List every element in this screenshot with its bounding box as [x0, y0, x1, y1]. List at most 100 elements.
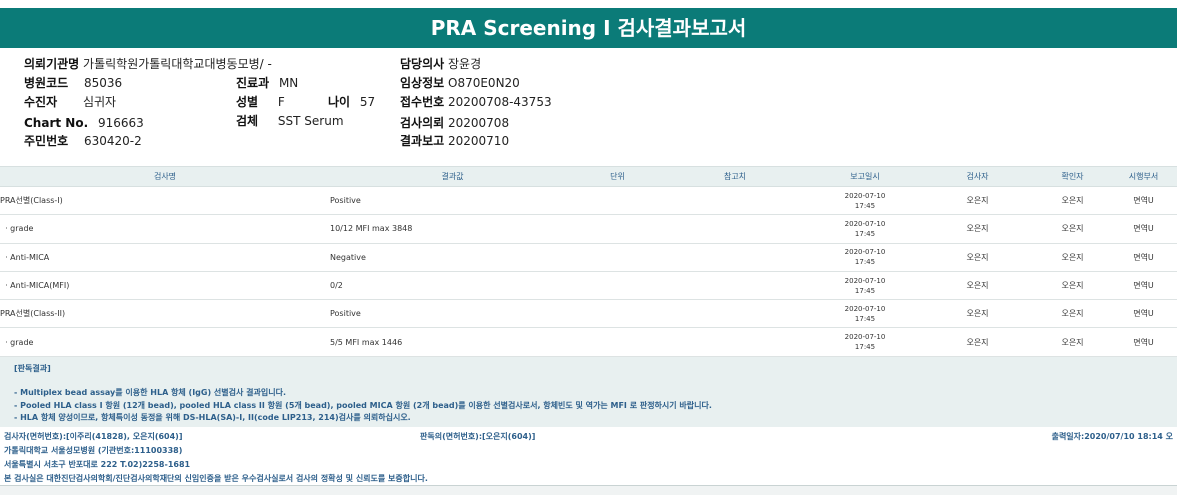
cell-unit: [575, 243, 660, 272]
cell-test-name: PRA선별(Class-I): [0, 186, 330, 216]
bottom-divider: [0, 485, 1177, 495]
cell-checker: 오은지: [1035, 243, 1110, 272]
interpretation-panel: [판독결과] - Multiplex bead assay를 이용한 HLA 항…: [0, 357, 1177, 427]
cell-result: 10/12 MFI max 3848: [330, 214, 575, 244]
specimen-row: 검체 SST Serum: [236, 112, 344, 130]
age-label: 나이: [328, 95, 351, 109]
report-row: 결과보고 20200710: [400, 132, 509, 150]
cell-tester: 오은지: [920, 327, 1035, 357]
department-label: 진료과: [236, 76, 270, 90]
doctor-value: 장윤경: [448, 57, 482, 71]
col-header-report-date: 보고일시: [810, 166, 920, 187]
cell-department: 면역U: [1110, 327, 1177, 357]
cell-unit: [575, 186, 660, 216]
cell-unit: [575, 214, 660, 244]
interpretation-line: - Multiplex bead assay를 이용한 HLA 항체 (IgG)…: [14, 388, 286, 397]
footer-printed-date: 출력일자:2020/07/10 18:14 오: [1051, 432, 1173, 441]
footer-address: 서울특별시 서초구 반포대로 222 T.02)2258-1681: [4, 460, 191, 469]
cell-unit: [575, 271, 660, 301]
resident-value: 630420-2: [84, 134, 142, 148]
cell-reference: [660, 299, 810, 329]
interpretation-heading: [판독결과]: [14, 364, 51, 373]
cell-tester: 오은지: [920, 271, 1035, 301]
report-time: 17:45: [854, 314, 876, 323]
clinical-value: O870E0N20: [448, 76, 520, 90]
report-title: PRA Screening I 검사결과보고서: [0, 8, 1177, 48]
cell-result: Positive: [330, 299, 575, 329]
col-header-department: 시행부서: [1110, 166, 1177, 187]
cell-reference: [660, 327, 810, 357]
cell-department: 면역U: [1110, 186, 1177, 216]
interpretation-line: - Pooled HLA class I 항원 (12개 bead), pool…: [14, 401, 712, 410]
cell-reference: [660, 214, 810, 244]
request-row: 검사의뢰 20200708: [400, 114, 509, 132]
hospital-code-row: 병원코드 85036: [24, 74, 122, 92]
table-row: PRA선별(Class-I) Positive 2020-07-10 17:45 …: [0, 186, 1177, 216]
cell-test-name: · grade: [0, 214, 330, 244]
table-row: · Anti-MICA(MFI) 0/2 2020-07-10 17:45 오은지…: [0, 271, 1177, 301]
col-header-checker: 확인자: [1035, 166, 1110, 187]
table-row: · grade 10/12 MFI max 3848 2020-07-10 17:…: [0, 214, 1177, 244]
table-row: PRA선별(Class-II) Positive 2020-07-10 17:45…: [0, 299, 1177, 329]
institution-label: 의뢰기관명: [24, 57, 80, 71]
report-time: 17:45: [854, 343, 876, 352]
department-value: MN: [278, 76, 299, 90]
sex-value: F: [277, 95, 285, 109]
recipient-row: 수진자 심귀자: [24, 93, 116, 111]
footer-tester: 검사자(면허번호):[이주리(41828), 오은지(604)]: [4, 432, 183, 441]
cell-test-name: PRA선별(Class-II): [0, 299, 330, 329]
cell-unit: [575, 327, 660, 357]
report-time: 17:45: [854, 286, 876, 295]
cell-reference: [660, 186, 810, 216]
report-time: 17:45: [854, 258, 876, 267]
cell-tester: 오은지: [920, 214, 1035, 244]
receipt-value: 20200708-43753: [448, 95, 552, 109]
cell-tester: 오은지: [920, 186, 1035, 216]
cell-report-date: 2020-07-10 17:45: [810, 186, 920, 216]
cell-report-date: 2020-07-10 17:45: [810, 214, 920, 244]
report-date: 2020-07-10: [844, 304, 886, 313]
sex-label: 성별: [236, 95, 259, 109]
sex-row: 성별 F: [236, 93, 285, 111]
recipient-label: 수진자: [24, 95, 58, 109]
cell-reference: [660, 243, 810, 272]
cell-result: 5/5 MFI max 1446: [330, 327, 575, 357]
table-header-row: 검사명 결과값 단위 참고치 보고일시 검사자 확인자 시행부서: [0, 166, 1177, 187]
cell-checker: 오은지: [1035, 327, 1110, 357]
col-header-unit: 단위: [575, 166, 660, 187]
footer-lab-name: 가톨릭대학교 서울성모병원 (기관번호:11100338): [4, 446, 183, 455]
report-time: 17:45: [854, 229, 876, 238]
cell-unit: [575, 299, 660, 329]
clinical-row: 임상정보 O870E0N20: [400, 74, 520, 92]
receipt-label: 접수번호: [400, 95, 445, 109]
report-date: 2020-07-10: [844, 333, 886, 342]
cell-department: 면역U: [1110, 299, 1177, 329]
interpretation-line: - HLA 항체 양성이므로, 항체특이성 동정을 위해 DS-HLA(SA)-…: [14, 413, 411, 422]
cell-result: Negative: [330, 243, 575, 272]
resident-label: 주민번호: [24, 134, 69, 148]
cell-reference: [660, 271, 810, 301]
col-header-reference: 참고치: [660, 166, 810, 187]
doctor-label: 담당의사: [400, 57, 445, 71]
institution-value: 가톨릭학원가톨릭대학교대병동모병/ -: [83, 57, 272, 71]
cell-report-date: 2020-07-10 17:45: [810, 299, 920, 329]
cell-department: 면역U: [1110, 243, 1177, 272]
hospital-code-value: 85036: [84, 76, 123, 90]
request-value: 20200708: [448, 116, 510, 130]
cell-tester: 오은지: [920, 299, 1035, 329]
cell-report-date: 2020-07-10 17:45: [810, 327, 920, 357]
cell-test-name: · grade: [0, 327, 330, 357]
age-row: 나이 57: [328, 93, 375, 111]
cell-checker: 오은지: [1035, 299, 1110, 329]
table-row: · grade 5/5 MFI max 1446 2020-07-10 17:45…: [0, 327, 1177, 357]
report-date: 2020-07-10: [844, 276, 886, 285]
report-label: 결과보고: [400, 134, 445, 148]
table-row: · Anti-MICA Negative 2020-07-10 17:45 오은지…: [0, 243, 1177, 272]
age-value: 57: [359, 95, 376, 109]
receipt-row: 접수번호 20200708-43753: [400, 93, 552, 111]
recipient-value: 심귀자: [82, 95, 117, 109]
results-table: 검사명 결과값 단위 참고치 보고일시 검사자 확인자 시행부서 PRA선별(C…: [0, 166, 1177, 357]
department-row: 진료과 MN: [236, 74, 298, 92]
clinical-label: 임상정보: [400, 76, 445, 90]
request-label: 검사의뢰: [400, 116, 445, 130]
